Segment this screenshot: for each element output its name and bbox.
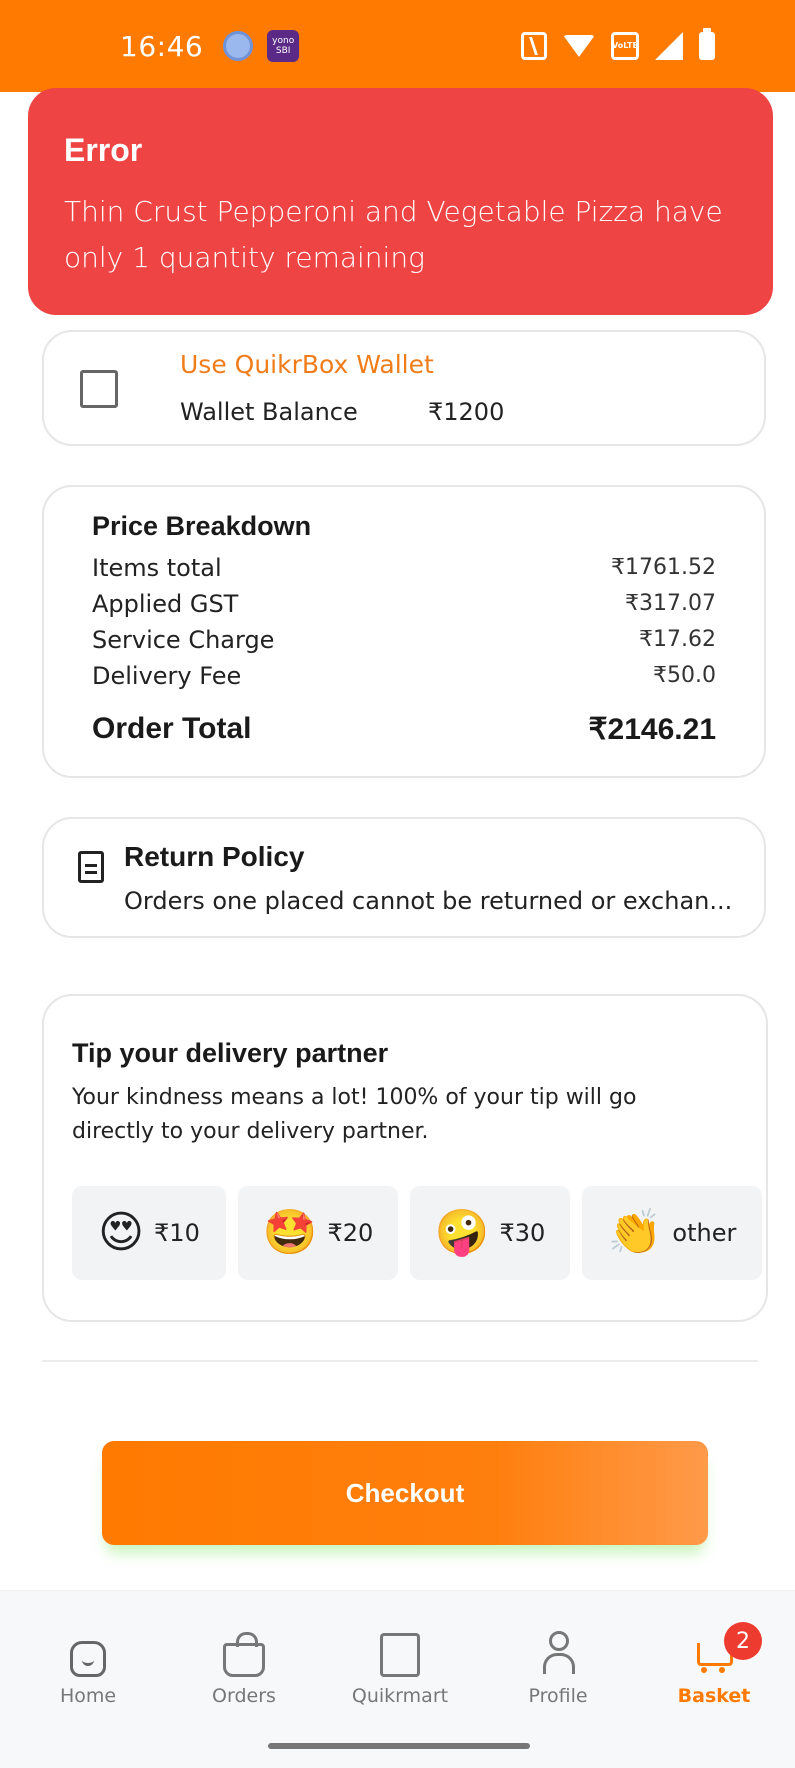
nav-label: Quikrmart [351,1685,449,1707]
nav-label: Profile [528,1685,588,1707]
return-policy-title: Return Policy [124,841,305,872]
return-policy-card[interactable]: Return Policy Orders one placed cannot b… [42,817,766,938]
price-row-gst: Applied GST ₹317.07 [92,586,716,622]
home-indicator[interactable] [268,1743,530,1749]
bottom-nav: Home Orders Quikrmart Profile Basket [0,1590,795,1768]
battery-icon [699,28,715,60]
status-bar: 16:46 yono SBI VoLTE [0,0,795,92]
status-icons: VoLTE [521,28,715,60]
wallet-card: Use QuikrBox Wallet Wallet Balance ₹1200 [42,330,766,446]
price-row-service-charge: Service Charge ₹17.62 [92,622,716,658]
signal-icon [655,32,683,60]
nav-item-profile[interactable]: Profile [498,1631,618,1707]
tip-title: Tip your delivery partner [72,1038,389,1068]
clapping-hands-emoji-icon: 👏 [607,1207,663,1258]
tip-option-label: other [672,1219,737,1247]
yono-app-icon: yono SBI [267,30,300,62]
tip-description: Your kindness means a lot! 100% of your … [72,1085,637,1144]
price-breakdown-title: Price Breakdown [92,511,312,541]
tip-option-label: ₹20 [327,1219,374,1247]
tip-options: 😍 ₹10 🤩 ₹20 🤪 ₹30 👏 other [72,1186,762,1280]
error-message: Thin Crust Pepperoni and Vegetable Pizza… [64,195,723,274]
status-time: 16:46 [120,29,204,63]
price-row-label: Items total [92,554,222,582]
zany-face-emoji-icon: 🤪 [434,1207,490,1258]
tip-card: Tip your delivery partner Your kindness … [42,994,768,1322]
wallet-balance-value: ₹1200 [428,398,505,426]
checkout-button[interactable]: Checkout [102,1441,708,1545]
return-policy-text: Orders one placed cannot be returned or … [124,887,733,915]
error-title: Error [64,132,143,168]
order-total-row: Order Total ₹2146.21 [92,712,716,747]
profile-icon [541,1631,575,1677]
nav-label: Basket [677,1685,751,1707]
price-row-value: ₹1761.52 [611,555,716,580]
orders-icon [223,1632,265,1677]
nav-label: Home [59,1685,117,1707]
nav-item-quikrmart[interactable]: Quikrmart [340,1631,460,1707]
tip-option-10[interactable]: 😍 ₹10 [72,1186,226,1280]
yono-app-sublabel: SBI [275,46,291,56]
price-row-label: Service Charge [92,626,275,654]
tip-option-30[interactable]: 🤪 ₹30 [410,1186,570,1280]
price-row-label: Delivery Fee [92,662,242,690]
price-row-value: ₹317.07 [625,591,716,616]
price-row-label: Applied GST [92,590,239,618]
price-row-value: ₹17.62 [639,627,716,652]
price-row-items-total: Items total ₹1761.52 [92,550,716,586]
heart-eyes-emoji-icon: 😍 [98,1207,145,1258]
wallet-title[interactable]: Use QuikrBox Wallet [180,350,434,379]
tip-option-other[interactable]: 👏 other [582,1186,762,1280]
price-row-delivery-fee: Delivery Fee ₹50.0 [92,658,716,694]
tip-option-20[interactable]: 🤩 ₹20 [238,1186,398,1280]
tip-option-label: ₹30 [499,1219,546,1247]
volte-icon: VoLTE [611,32,639,60]
yono-app-label: yono [272,36,295,46]
error-toast[interactable]: Error Thin Crust Pepperoni and Vegetable… [28,88,773,315]
tip-option-label: ₹10 [154,1219,200,1247]
document-icon [78,851,104,883]
order-total-value: ₹2146.21 [588,713,716,746]
divider [42,1360,758,1362]
wallet-balance-label: Wallet Balance [180,398,358,426]
nav-item-home[interactable]: Home [28,1631,148,1707]
nav-item-orders[interactable]: Orders [184,1631,304,1707]
basket-count-badge: 2 [724,1622,762,1660]
nav-label: Orders [212,1685,276,1707]
home-icon [70,1641,106,1677]
wifi-icon [563,35,595,57]
price-row-value: ₹50.0 [653,663,716,688]
price-breakdown-card: Price Breakdown Items total ₹1761.52 App… [42,485,766,778]
nfc-icon [521,32,547,60]
order-total-label: Order Total [92,712,252,745]
browser-icon [223,31,254,61]
star-eyes-emoji-icon: 🤩 [262,1207,318,1258]
wallet-checkbox[interactable] [80,370,118,408]
quikrmart-icon [380,1633,420,1677]
